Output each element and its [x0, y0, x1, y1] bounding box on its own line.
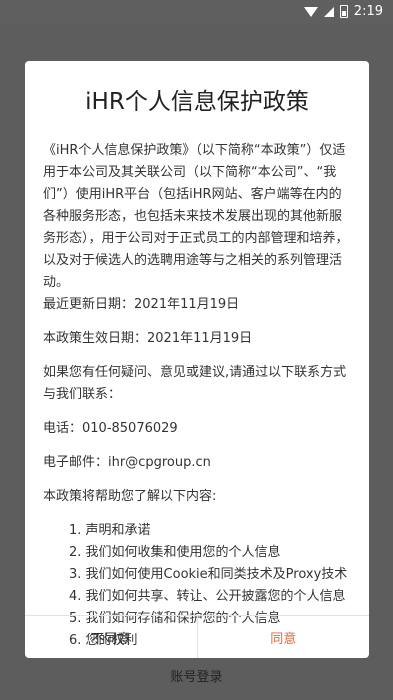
privacy-policy-dialog: iHR个人信息保护政策 《iHR个人信息保护政策》（以下简称“本政策”）仅适用于…: [25, 61, 369, 658]
contact-email: 电子邮件：ihr@cpgroup.cn: [43, 455, 211, 470]
policy-effective-date: 本政策生效日期：2021年11月19日: [43, 331, 253, 346]
battery-icon: [339, 5, 348, 18]
dialog-title: iHR个人信息保护政策: [85, 89, 309, 115]
policy-intro: 《iHR个人信息保护政策》（以下简称“本政策”）仅适用于本公司及其关联公司（以下…: [43, 143, 349, 290]
list-item: 2. 我们如何收集和使用您的个人信息: [69, 545, 281, 560]
status-bar: 2:19: [0, 0, 393, 24]
policy-contact-text: 如果您有任何疑问、意见或建议,请通过以下联系方式与我们联系：: [43, 365, 347, 402]
dialog-footer: 不同意 同意: [25, 615, 369, 658]
dialog-content: 《iHR个人信息保护政策》（以下简称“本政策”）仅适用于本公司及其关联公司（以下…: [43, 140, 351, 652]
contact-phone: 电话：010-85076029: [43, 421, 178, 436]
disagree-button[interactable]: 不同意: [25, 616, 198, 658]
agree-button[interactable]: 同意: [198, 616, 370, 658]
signal-icon: [323, 6, 334, 17]
list-item: 3. 我们如何使用Cookie和同类技术及Proxy技术: [69, 567, 348, 582]
list-item: 4. 我们如何共享、转让、公开披露您的个人信息: [69, 589, 346, 604]
list-item: 1. 声明和承诺: [69, 523, 151, 538]
policy-updated-date: 最近更新日期：2021年11月19日: [43, 297, 240, 312]
status-time: 2:19: [353, 4, 383, 19]
account-login-link[interactable]: 账号登录: [0, 666, 393, 685]
policy-help-text: 本政策将帮助您了解以下内容:: [43, 489, 217, 504]
status-icons: 2:19: [303, 4, 383, 19]
wifi-icon: [303, 6, 318, 17]
